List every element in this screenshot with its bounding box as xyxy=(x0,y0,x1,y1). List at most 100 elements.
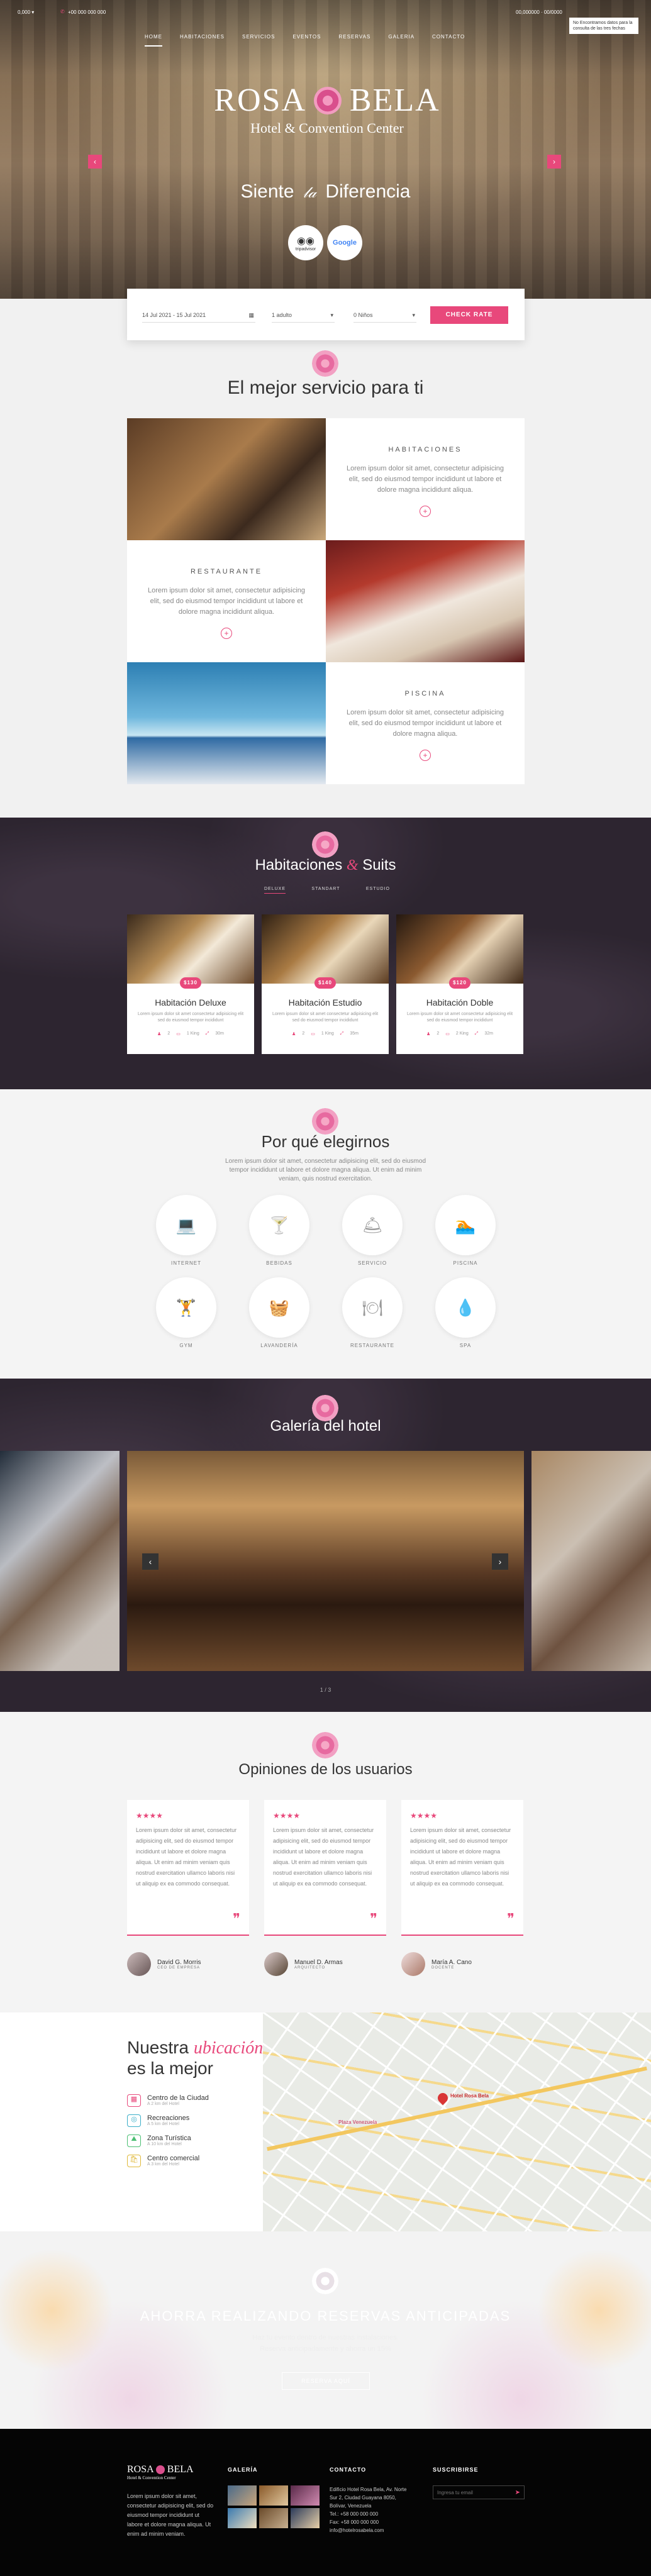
language-select[interactable]: 0,000 ▾ xyxy=(18,9,34,15)
room-name: Habitación Estudio xyxy=(288,997,362,1008)
tripadvisor-badge[interactable]: ◉◉ tripadvisor xyxy=(288,225,323,260)
service-text: Lorem ipsum dolor sit amet, consectetur … xyxy=(147,587,306,616)
nav-item-reservas[interactable]: RESERVAS xyxy=(339,34,371,47)
location-distance: A 10 km del Hotel xyxy=(147,2142,182,2146)
room-bed: 1 King xyxy=(186,1031,199,1036)
footer-thumb[interactable] xyxy=(259,2485,288,2506)
footer-thumb[interactable] xyxy=(228,2508,257,2528)
city-icon: ▦ xyxy=(127,2094,141,2107)
why-text: Lorem ipsum dolor sit amet, consectetur … xyxy=(225,1158,426,1182)
reviewer: María A. Cano DOCENTE xyxy=(401,1952,523,1976)
room-card[interactable]: $140 Habitación Estudio Lorem ipsum dolo… xyxy=(262,914,389,1054)
room-guests: 2 xyxy=(167,1031,170,1036)
footer-brand-right: BELA xyxy=(167,2464,194,2475)
rose-divider-icon xyxy=(312,1108,338,1135)
service-card-rooms: HABITACIONES Lorem ipsum dolor sit amet,… xyxy=(326,418,525,540)
room-card[interactable]: $130 Habitación Deluxe Lorem ipsum dolor… xyxy=(127,914,254,1054)
reviewer-role: CEO DE EMPRESA xyxy=(157,1965,201,1970)
service-card-restaurant: RESTAURANTE Lorem ipsum dolor sit amet, … xyxy=(127,540,326,662)
promo-section: AHORRA REALIZANDO RESERVAS ANTICIPADAS H… xyxy=(0,2231,651,2429)
date-range-field[interactable]: 14 Jul 2021 - 15 Jul 2021 ▦ xyxy=(142,308,255,323)
reviewer-role: DOCENTE xyxy=(431,1965,455,1970)
service-image-rooms xyxy=(127,418,326,540)
gallery-slide-next[interactable] xyxy=(531,1451,651,1671)
room-desc: Lorem ipsum dolor sit amet consectetur a… xyxy=(137,1012,244,1023)
check-rate-button[interactable]: CHECK RATE xyxy=(430,306,508,324)
area-icon: ⤢ xyxy=(205,1031,209,1036)
service-text: Lorem ipsum dolor sit amet, consectetur … xyxy=(346,709,504,738)
map[interactable]: Hotel Rosa Bela Plaza Venezuela xyxy=(263,2012,651,2231)
chevron-down-icon: ▾ xyxy=(412,312,415,318)
room-bed: 1 King xyxy=(321,1031,334,1036)
amenity-label: SPA xyxy=(459,1343,472,1348)
location-title: Nuestra ubicación es la mejor xyxy=(127,2038,265,2079)
service-image-restaurant xyxy=(326,540,525,662)
amenity-item: 🛎 SERVICIO xyxy=(326,1195,419,1266)
tagline-heart-icon: 𝓁𝒶 xyxy=(303,185,317,201)
hero-prev-arrow[interactable]: ‹ xyxy=(88,155,102,169)
plus-circle-icon[interactable]: + xyxy=(221,628,232,639)
footer-about: Lorem ipsum dolor sit amet, consectetur … xyxy=(127,2493,214,2537)
rooms-section: Habitaciones & Suits DELUXE STANDART EST… xyxy=(0,818,651,1089)
location-title-em: ubicación xyxy=(193,2038,264,2058)
room-price-badge: $120 xyxy=(449,977,470,989)
gallery-next-arrow[interactable]: › xyxy=(492,1553,508,1570)
rating-stars: ★★★★ xyxy=(410,1811,438,1820)
guests-icon: ♟ xyxy=(292,1032,296,1036)
room-desc: Lorem ipsum dolor sit amet consectetur a… xyxy=(406,1012,513,1023)
room-card[interactable]: $120 Habitación Doble Lorem ipsum dolor … xyxy=(396,914,523,1054)
send-arrow-icon[interactable]: ➤ xyxy=(511,2489,524,2496)
hero-next-arrow[interactable]: › xyxy=(547,155,561,169)
gallery-prev-arrow[interactable]: ‹ xyxy=(142,1553,159,1570)
quote-icon: ❞ xyxy=(507,1911,515,1926)
amenity-label: SERVICIO xyxy=(357,1260,387,1266)
rooms-title: Habitaciones & Suits xyxy=(0,857,651,874)
amenity-label: INTERNET xyxy=(171,1260,201,1266)
bed-icon: ▭ xyxy=(445,1032,450,1036)
contact-phone[interactable]: Tel.: +58 000 000 000 xyxy=(330,2510,424,2518)
services-section: El mejor servicio para ti HABITACIONES L… xyxy=(0,299,651,818)
brand-logo[interactable]: ROSA BELA Hotel & Convention Center xyxy=(195,82,459,136)
gallery-slide-prev[interactable] xyxy=(0,1451,120,1671)
footer-thumb[interactable] xyxy=(291,2485,320,2506)
map-pin-icon[interactable] xyxy=(435,2090,450,2106)
nav-item-galeria[interactable]: GALERIA xyxy=(388,34,415,47)
chevron-down-icon: ▾ xyxy=(330,312,333,318)
contact-email[interactable]: info@hotelrosabela.com xyxy=(330,2526,424,2534)
nav-item-habitaciones[interactable]: HABITACIONES xyxy=(180,34,225,47)
location-list: ▦ Centro de la Ciudad A 2 km del Hotel ◎ … xyxy=(127,2094,253,2175)
footer-thumb[interactable] xyxy=(228,2485,257,2506)
tab-estudio[interactable]: ESTUDIO xyxy=(366,887,390,894)
spa-drop-icon: 💧 xyxy=(435,1277,496,1338)
promo-text: Haz tu evento dentro de nuestras instala… xyxy=(252,2334,399,2353)
cocktail-icon: 🍸 xyxy=(249,1195,309,1255)
children-select[interactable]: 0 Niños ▾ xyxy=(353,308,416,323)
reserve-button[interactable]: RESERVA AQUÍ xyxy=(282,2372,370,2390)
google-badge[interactable]: Google xyxy=(327,225,362,260)
room-desc: Lorem ipsum dolor sit amet consectetur a… xyxy=(272,1012,379,1023)
nav-item-servicios[interactable]: SERVICIOS xyxy=(242,34,275,47)
promo-title: AHORRA REALIZANDO RESERVAS ANTICIPADAS xyxy=(140,2308,511,2324)
nav-item-contacto[interactable]: CONTACTO xyxy=(432,34,465,47)
booking-bar: 14 Jul 2021 - 15 Jul 2021 ▦ 1 adulto ▾ 0… xyxy=(127,289,525,340)
tab-deluxe[interactable]: DELUXE xyxy=(264,887,286,894)
footer-gallery-grid xyxy=(228,2485,322,2528)
brand-left: ROSA xyxy=(214,82,307,118)
location-section: Nuestra ubicación es la mejor ▦ Centro d… xyxy=(0,2012,651,2231)
tourism-icon: ⛰ xyxy=(127,2135,141,2147)
nav-item-home[interactable]: HOME xyxy=(145,34,162,47)
services-title: El mejor servicio para ti xyxy=(227,377,424,398)
map-hotel-label: Hotel Rosa Bela xyxy=(450,2093,489,2099)
plus-circle-icon[interactable]: + xyxy=(420,506,431,517)
location-name: Centro de la Ciudad xyxy=(147,2094,209,2102)
service-name: RESTAURANTE xyxy=(190,568,263,575)
plus-circle-icon[interactable]: + xyxy=(420,750,431,761)
nav-item-eventos[interactable]: EVENTOS xyxy=(292,34,321,47)
footer-thumb[interactable] xyxy=(259,2508,288,2528)
location-title-2: es la mejor xyxy=(127,2058,213,2078)
adults-select[interactable]: 1 adulto ▾ xyxy=(272,308,335,323)
subscribe-input[interactable] xyxy=(433,2489,511,2496)
guests-icon: ♟ xyxy=(426,1032,431,1036)
tab-standart[interactable]: STANDART xyxy=(311,887,340,894)
footer-thumb[interactable] xyxy=(291,2508,320,2528)
